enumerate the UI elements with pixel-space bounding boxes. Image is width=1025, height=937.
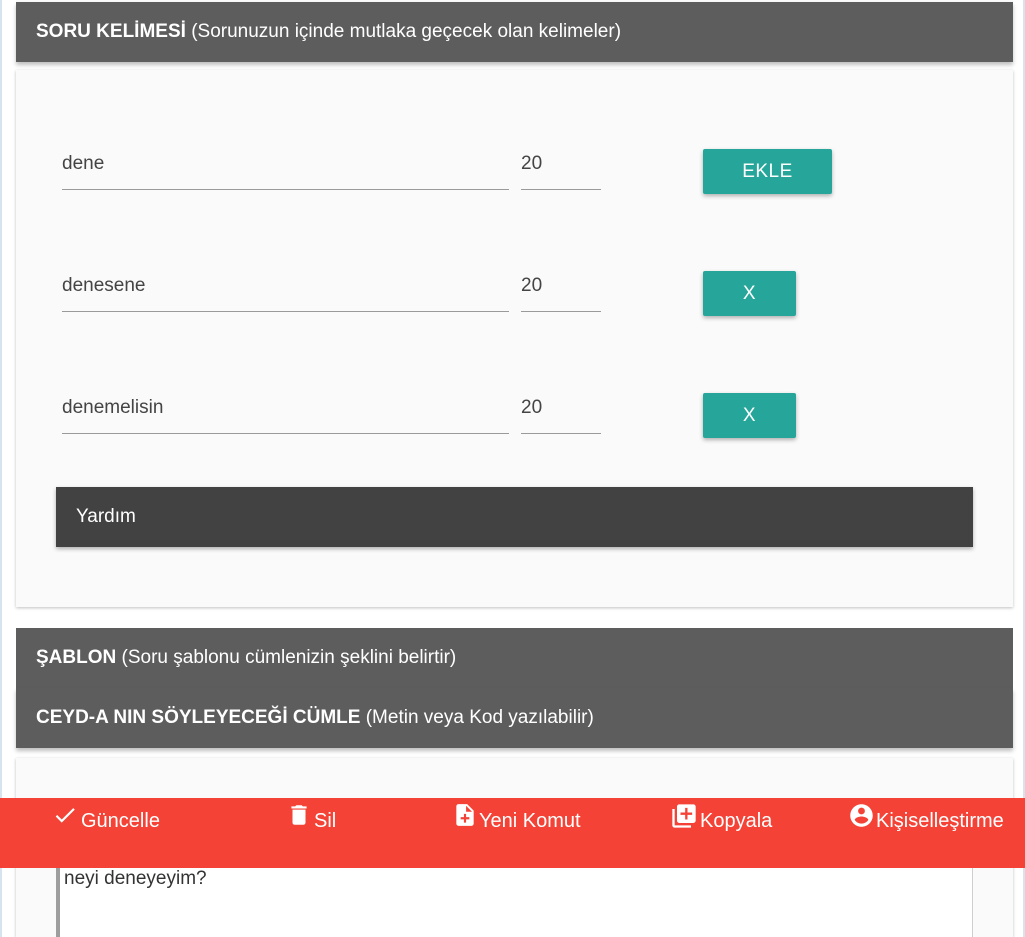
word-input-1-value: dene — [62, 153, 105, 174]
new-document-icon — [456, 804, 474, 826]
delete-button[interactable]: Sil — [286, 798, 356, 868]
add-button[interactable]: EKLE — [703, 149, 832, 194]
ceyda-subtitle: (Metin veya Kod yazılabilir) — [365, 707, 594, 728]
soru-kelimesi-header[interactable]: SORU KELİMESİ (Sorunuzun içinde mutlaka … — [16, 2, 1013, 62]
ceyda-header[interactable]: CEYD-A NIN SÖYLEYECEĞİ CÜMLE (Metin veya… — [16, 688, 1013, 748]
check-icon — [55, 808, 75, 823]
new-command-label: Yeni Komut — [479, 810, 581, 832]
sablon-subtitle: (Soru şablonu cümlenizin şeklini belirti… — [121, 647, 457, 668]
update-button[interactable]: Güncelle — [52, 798, 192, 868]
soru-kelimesi-subtitle: (Sorunuzun içinde mutlaka geçecek olan k… — [191, 21, 622, 42]
sablon-title: ŞABLON — [36, 647, 117, 668]
weight-input-1-value: 20 — [521, 153, 543, 174]
left-border — [0, 0, 2, 937]
weight-input-3[interactable]: 20 — [521, 392, 601, 434]
delete-label: Sil — [314, 810, 337, 832]
word-input-1[interactable]: dene — [62, 148, 509, 190]
ceyda-sentence-value: neyi deneyeyim? — [64, 868, 207, 889]
remove-button-2[interactable]: X — [703, 271, 796, 316]
account-circle-icon — [850, 804, 873, 827]
copy-button[interactable]: Kopyala — [670, 798, 780, 868]
copy-icon — [672, 804, 696, 828]
weight-input-2[interactable]: 20 — [521, 270, 601, 312]
weight-input-1[interactable]: 20 — [521, 148, 601, 190]
help-toggle[interactable]: Yardım — [56, 487, 973, 547]
weight-input-3-value: 20 — [521, 397, 543, 418]
word-input-3-value: denemelisin — [62, 397, 164, 418]
new-command-button[interactable]: Yeni Komut — [452, 798, 592, 868]
soru-kelimesi-title: SORU KELİMESİ — [36, 21, 186, 42]
weight-input-2-value: 20 — [521, 275, 543, 296]
ceyda-title: CEYD-A NIN SÖYLEYECEĞİ CÜMLE — [36, 707, 361, 728]
bottom-toolbar: Güncelle Sil Yeni Komut Kopyala Kişisell… — [0, 798, 1025, 868]
trash-icon — [291, 805, 307, 825]
word-input-2[interactable]: denesene — [62, 270, 509, 312]
update-label: Güncelle — [81, 810, 160, 832]
word-input-2-value: denesene — [62, 275, 146, 296]
customize-button[interactable]: Kişiselleştirme — [848, 798, 1018, 868]
copy-label: Kopyala — [700, 810, 773, 832]
customize-label: Kişiselleştirme — [876, 810, 1004, 832]
sablon-header[interactable]: ŞABLON (Soru şablonu cümlenizin şeklini … — [16, 628, 1013, 688]
remove-button-3[interactable]: X — [703, 393, 796, 438]
word-input-3[interactable]: denemelisin — [62, 392, 509, 434]
ceyda-sentence-textarea[interactable]: neyi deneyeyim? — [56, 868, 973, 937]
help-label: Yardım — [76, 506, 136, 527]
